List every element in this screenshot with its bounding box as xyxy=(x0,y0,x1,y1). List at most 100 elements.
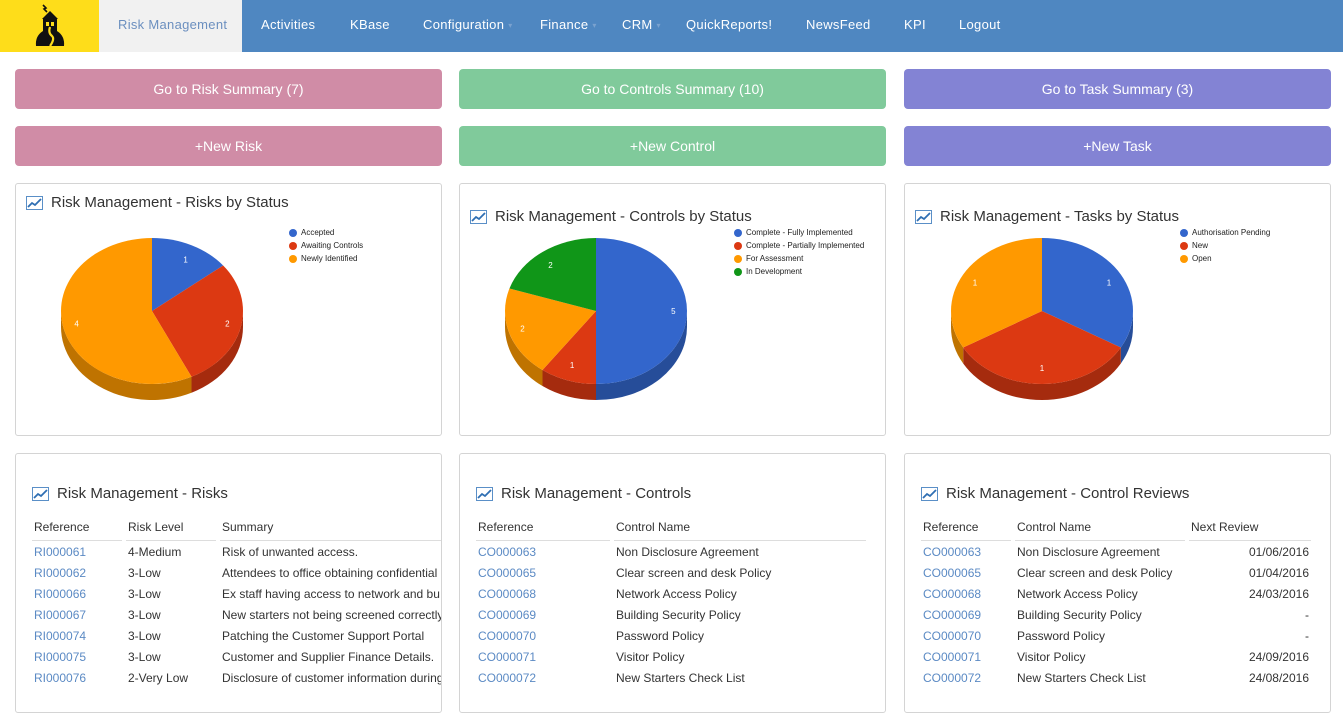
reference-link[interactable]: RI000074 xyxy=(32,625,122,646)
control-name: Visitor Policy xyxy=(1017,649,1086,664)
table-header-row: Reference Control Name xyxy=(476,513,866,541)
control-name: Visitor Policy xyxy=(616,649,685,664)
table-row[interactable]: CO000063 Non Disclosure Agreement xyxy=(476,541,866,562)
reference-link[interactable]: CO000063 xyxy=(476,541,610,562)
new-task-button[interactable]: +New Task xyxy=(904,126,1331,166)
app-logo[interactable] xyxy=(0,0,99,52)
pie-slice-label: 4 xyxy=(74,320,79,329)
table-row[interactable]: CO000069 Building Security Policy - xyxy=(921,604,1311,625)
column-header-risk-level[interactable]: Risk Level xyxy=(126,513,216,541)
reference-link[interactable]: CO000072 xyxy=(476,667,610,688)
column-header-reference[interactable]: Reference xyxy=(921,513,1011,541)
reference-link[interactable]: RI000061 xyxy=(32,541,122,562)
table-row[interactable]: CO000068 Network Access Policy xyxy=(476,583,866,604)
table-row[interactable]: CO000070 Password Policy - xyxy=(921,625,1311,646)
pie-slice-label: 2 xyxy=(520,325,525,334)
table-row[interactable]: CO000071 Visitor Policy xyxy=(476,646,866,667)
control-name: New Starters Check List xyxy=(1017,670,1146,685)
nav-quickreports[interactable]: QuickReports! xyxy=(686,0,772,52)
column-header-control-name[interactable]: Control Name xyxy=(614,513,866,541)
control-name: Network Access Policy xyxy=(616,586,737,601)
line-chart-icon xyxy=(921,486,938,501)
lighthouse-logo-icon xyxy=(35,4,64,47)
table-row[interactable]: CO000068 Network Access Policy 24/03/2016 xyxy=(921,583,1311,604)
controls-summary-button[interactable]: Go to Controls Summary (10) xyxy=(459,69,886,109)
panel-title: Risk Management - Risks xyxy=(32,485,228,502)
reference-link[interactable]: CO000068 xyxy=(476,583,610,604)
reference-link[interactable]: CO000069 xyxy=(921,604,1011,625)
table-row[interactable]: CO000072 New Starters Check List xyxy=(476,667,866,688)
risk-level: 4-Medium xyxy=(128,544,182,559)
table-row[interactable]: CO000072 New Starters Check List 24/08/201… xyxy=(921,667,1311,688)
nav-kpi[interactable]: KPI xyxy=(904,0,926,52)
pie-slice-label: 1 xyxy=(570,361,575,370)
nav-configuration[interactable]: Configuration ▾ xyxy=(423,0,513,52)
reference-link[interactable]: CO000071 xyxy=(476,646,610,667)
reference-link[interactable]: RI000062 xyxy=(32,562,122,583)
risk-summary-button[interactable]: Go to Risk Summary (7) xyxy=(15,69,442,109)
table-row[interactable]: RI000062 3-Low Attendees to office obtaini… xyxy=(32,562,441,583)
column-header-summary[interactable]: Summary xyxy=(220,513,441,541)
pie-slice-label: 1 xyxy=(1040,364,1045,373)
reference-link[interactable]: CO000070 xyxy=(921,625,1011,646)
reference-link[interactable]: CO000069 xyxy=(476,604,610,625)
column-header-reference[interactable]: Reference xyxy=(476,513,610,541)
reference-link[interactable]: RI000076 xyxy=(32,667,122,688)
control-name: Building Security Policy xyxy=(616,607,741,622)
new-risk-button[interactable]: +New Risk xyxy=(15,126,442,166)
controls-table-panel: Risk Management - Controls Reference Con… xyxy=(459,453,886,713)
nav-newsfeed[interactable]: NewsFeed xyxy=(806,0,871,52)
pie-chart-tasks: 1 1 1 xyxy=(951,238,1133,400)
next-review-date: 01/04/2016 xyxy=(1248,565,1309,580)
table-row[interactable]: RI000066 3-Low Ex staff having access to n… xyxy=(32,583,441,604)
task-summary-button[interactable]: Go to Task Summary (3) xyxy=(904,69,1331,109)
panel-title-text: Risk Management - Control Reviews xyxy=(946,485,1190,502)
table-row[interactable]: CO000065 Clear screen and desk Policy xyxy=(476,562,866,583)
reference-link[interactable]: CO000065 xyxy=(921,562,1011,583)
reference-link[interactable]: CO000071 xyxy=(921,646,1011,667)
column-header-reference[interactable]: Reference xyxy=(32,513,122,541)
risks-table-panel: Risk Management - Risks Reference Risk L… xyxy=(15,453,442,713)
reference-link[interactable]: RI000066 xyxy=(32,583,122,604)
table-header-row: Reference Control Name Next Review xyxy=(921,513,1311,541)
nav-crm[interactable]: CRM ▾ xyxy=(622,0,661,52)
control-name: Clear screen and desk Policy xyxy=(1017,565,1173,580)
nav-logout[interactable]: Logout xyxy=(959,0,1001,52)
reference-link[interactable]: CO000072 xyxy=(921,667,1011,688)
table-row[interactable]: CO000065 Clear screen and desk Policy 01/0… xyxy=(921,562,1311,583)
next-review-date: 24/08/2016 xyxy=(1248,670,1309,685)
reference-link[interactable]: CO000063 xyxy=(921,541,1011,562)
table-row[interactable]: CO000063 Non Disclosure Agreement 01/06/20… xyxy=(921,541,1311,562)
reference-link[interactable]: RI000075 xyxy=(32,646,122,667)
controls-table: Reference Control Name CO000063 Non Discl… xyxy=(472,513,870,688)
summary: Disclosure of customer information durin… xyxy=(222,670,442,685)
control-name: Building Security Policy xyxy=(1017,607,1142,622)
table-row[interactable]: RI000067 3-Low New starters not being scre… xyxy=(32,604,442,625)
table-row[interactable]: CO000071 Visitor Policy 24/09/2016 xyxy=(921,646,1311,667)
table-row[interactable]: RI000061 4-Medium Risk of unwanted access. xyxy=(32,541,441,562)
risk-level: 2-Very Low xyxy=(128,670,189,685)
summary: Customer and Supplier Finance Details. xyxy=(222,649,435,664)
table-row[interactable]: RI000075 3-Low Customer and Supplier Finan… xyxy=(32,646,441,667)
summary: New starters not being screened correctl… xyxy=(222,607,442,622)
reference-link[interactable]: CO000070 xyxy=(476,625,610,646)
column-header-control-name[interactable]: Control Name xyxy=(1015,513,1185,541)
table-row[interactable]: RI000076 2-Very Low Disclosure of customer… xyxy=(32,667,442,688)
reference-link[interactable]: CO000065 xyxy=(476,562,610,583)
nav-finance[interactable]: Finance ▾ xyxy=(540,0,597,52)
control-reviews-table-panel: Risk Management - Control Reviews Refere… xyxy=(904,453,1331,713)
reference-link[interactable]: CO000068 xyxy=(921,583,1011,604)
table-row[interactable]: CO000069 Building Security Policy xyxy=(476,604,866,625)
chevron-down-icon: ▾ xyxy=(592,20,597,30)
table-row[interactable]: RI000074 3-Low Patching the Customer Suppo… xyxy=(32,625,441,646)
reference-link[interactable]: RI000067 xyxy=(32,604,122,625)
nav-kbase[interactable]: KBase xyxy=(350,0,390,52)
column-header-next-review[interactable]: Next Review xyxy=(1189,513,1311,541)
nav-activities[interactable]: Activities xyxy=(261,0,315,52)
line-chart-icon xyxy=(32,486,49,501)
table-row[interactable]: CO000070 Password Policy xyxy=(476,625,866,646)
nav-risk-management[interactable]: Risk Management xyxy=(99,0,242,52)
new-control-button[interactable]: +New Control xyxy=(459,126,886,166)
next-review-date: - xyxy=(1305,628,1309,643)
risk-level: 3-Low xyxy=(128,649,161,664)
